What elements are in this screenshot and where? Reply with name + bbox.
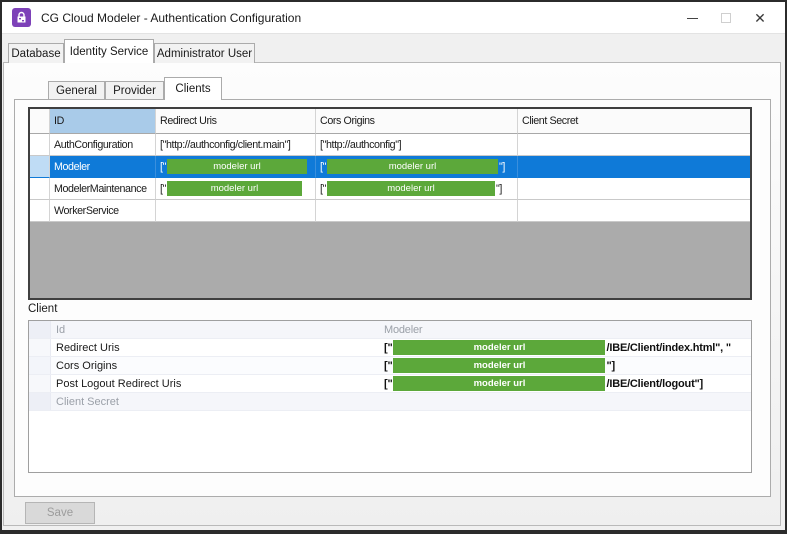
close-button[interactable]: ✕ <box>743 2 777 34</box>
cell-cors-origins[interactable]: [" modeler url "] <box>316 178 518 200</box>
app-icon <box>12 8 31 27</box>
row-selector[interactable] <box>30 134 50 156</box>
cell-redirect-uris[interactable] <box>156 200 316 222</box>
save-button[interactable]: Save <box>25 502 95 524</box>
cell-id[interactable]: Modeler <box>50 156 156 178</box>
window-title: CG Cloud Modeler - Authentication Config… <box>41 10 302 25</box>
cell-cors-origins[interactable]: [" modeler url "] <box>316 156 518 178</box>
detail-row-client-secret: Client Secret <box>29 393 751 411</box>
value-text: [" <box>384 341 393 354</box>
cell-client-secret[interactable] <box>518 134 750 156</box>
redacted-modeler-url: modeler url <box>326 159 498 174</box>
row-indent <box>29 393 51 410</box>
detail-row-id: Id Modeler <box>29 321 751 339</box>
value-text: [" <box>384 377 393 390</box>
field-label: Cors Origins <box>56 359 118 372</box>
redirect-uris-field[interactable]: [" modeler url /IBE/Client/index.html", … <box>384 340 751 355</box>
row-selector[interactable] <box>30 156 50 178</box>
field-label: Redirect Uris <box>56 341 120 354</box>
redacted-modeler-url: modeler url <box>166 159 307 174</box>
detail-row-post-logout-redirect-uris: Post Logout Redirect Uris [" modeler url… <box>29 375 751 393</box>
cell-client-secret[interactable] <box>518 178 750 200</box>
maximize-button[interactable] <box>709 2 743 34</box>
redacted-modeler-url: modeler url <box>393 376 606 391</box>
tab-identity-service[interactable]: Identity Service <box>64 39 154 63</box>
tab-provider[interactable]: Provider <box>105 81 164 100</box>
cell-redirect-uris[interactable]: ["http://authconfig/client.main"] <box>156 134 316 156</box>
cell-redirect-uris[interactable]: [" modeler url <box>156 156 316 178</box>
id-value: Modeler <box>384 323 423 336</box>
value-text: /IBE/Client/index.html", " <box>606 341 731 354</box>
redacted-modeler-url: modeler url <box>393 358 606 373</box>
field-label: Id <box>56 323 66 336</box>
cell-text: [" <box>320 160 326 173</box>
field-label: Client Secret <box>56 395 119 408</box>
redacted-modeler-url: modeler url <box>326 181 495 196</box>
cell-id[interactable]: AuthConfiguration <box>50 134 156 156</box>
column-header-client-secret[interactable]: Client Secret <box>518 109 750 134</box>
column-header-id[interactable]: ID <box>50 109 156 134</box>
grid-row-modelermaintenance[interactable]: ModelerMaintenance [" modeler url [" mod… <box>30 178 750 200</box>
value-text: [" <box>384 359 393 372</box>
post-logout-redirect-uris-field[interactable]: [" modeler url /IBE/Client/logout"] <box>384 376 751 391</box>
cell-cors-origins[interactable] <box>316 200 518 222</box>
cell-text: [" <box>320 182 326 195</box>
row-indent <box>29 321 51 338</box>
app-window: CG Cloud Modeler - Authentication Config… <box>0 0 787 534</box>
column-header-redirect-uris[interactable]: Redirect Uris <box>156 109 316 134</box>
tab-administrator-user[interactable]: Administrator User <box>154 43 255 63</box>
clients-grid: ID Redirect Uris Cors Origins Client Sec… <box>28 107 752 300</box>
maximize-icon <box>721 13 731 23</box>
row-selector[interactable] <box>30 178 50 200</box>
close-icon: ✕ <box>754 10 766 26</box>
row-selector[interactable] <box>30 200 50 222</box>
cell-text: "] <box>495 182 502 195</box>
grid-row-workerservice[interactable]: WorkerService <box>30 200 750 222</box>
grid-row-authconfiguration[interactable]: AuthConfiguration ["http://authconfig/cl… <box>30 134 750 156</box>
redacted-modeler-url: modeler url <box>393 340 606 355</box>
row-indent <box>29 339 51 356</box>
grid-corner-cell[interactable] <box>30 109 50 134</box>
cell-redirect-uris[interactable]: [" modeler url <box>156 178 316 200</box>
grid-header-row: ID Redirect Uris Cors Origins Client Sec… <box>30 109 750 134</box>
cell-id[interactable]: ModelerMaintenance <box>50 178 156 200</box>
padlock-icon <box>17 11 26 23</box>
cell-cors-origins[interactable]: ["http://authconfig"] <box>316 134 518 156</box>
cell-id[interactable]: WorkerService <box>50 200 156 222</box>
grid-row-modeler-selected[interactable]: Modeler [" modeler url [" modeler url "] <box>30 156 750 178</box>
cell-client-secret[interactable] <box>518 200 750 222</box>
value-text: /IBE/Client/logout"] <box>606 377 704 390</box>
client-panel-caption: Client <box>28 303 58 315</box>
column-header-cors-origins[interactable]: Cors Origins <box>316 109 518 134</box>
title-bar: CG Cloud Modeler - Authentication Config… <box>2 2 785 34</box>
value-text: "] <box>606 359 615 372</box>
detail-row-redirect-uris: Redirect Uris [" modeler url /IBE/Client… <box>29 339 751 357</box>
client-detail-panel: Id Modeler Redirect Uris [" modeler url … <box>28 320 752 473</box>
field-label: Post Logout Redirect Uris <box>56 377 182 390</box>
tab-general[interactable]: General <box>48 81 105 100</box>
cell-text: [" <box>160 160 166 173</box>
redacted-modeler-url: modeler url <box>166 181 302 196</box>
cell-text: "] <box>498 160 505 173</box>
cell-client-secret[interactable] <box>518 156 750 178</box>
tab-clients[interactable]: Clients <box>164 77 222 100</box>
cors-origins-field[interactable]: [" modeler url "] <box>384 358 751 373</box>
row-indent <box>29 375 51 392</box>
minimize-icon <box>686 17 698 19</box>
detail-row-cors-origins: Cors Origins [" modeler url "] <box>29 357 751 375</box>
cell-text: [" <box>160 182 166 195</box>
tab-database[interactable]: Database <box>8 43 64 63</box>
row-indent <box>29 357 51 374</box>
minimize-button[interactable] <box>675 2 709 34</box>
